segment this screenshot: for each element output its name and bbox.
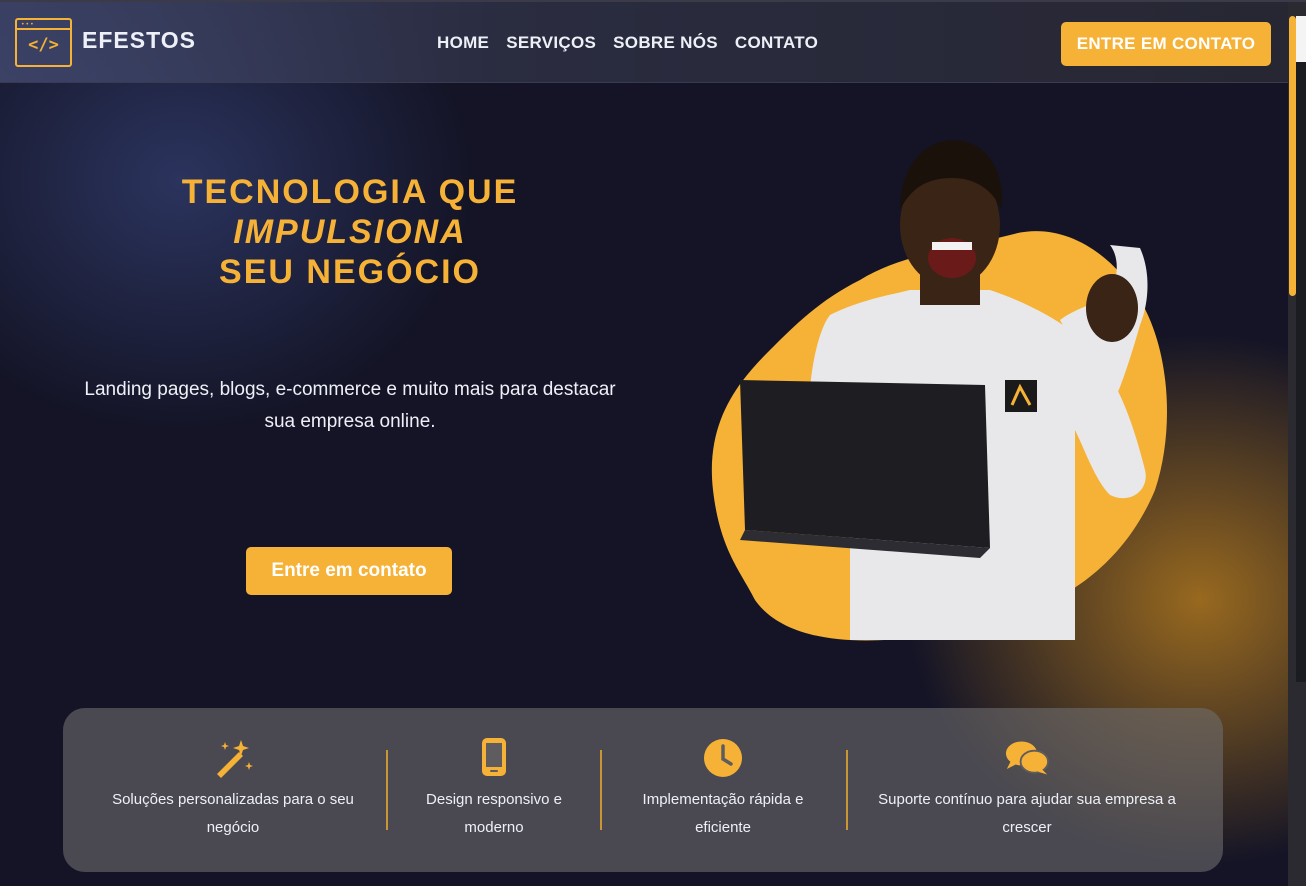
feature-divider xyxy=(846,750,848,830)
features-bar: Soluções personalizadas para o seu negóc… xyxy=(63,708,1223,872)
code-window-icon: ••• </> xyxy=(15,18,72,67)
teeth xyxy=(932,242,972,250)
header-contact-button[interactable]: ENTRE EM CONTATO xyxy=(1061,22,1271,66)
hero-title: TECNOLOGIA QUE IMPULSIONA SEU NEGÓCIO xyxy=(60,172,640,292)
window-edge-dark xyxy=(1296,62,1306,682)
feature-text: Soluções personalizadas para o seu negóc… xyxy=(112,791,354,836)
clock-icon xyxy=(704,739,742,777)
hero-person-illustration xyxy=(711,140,1167,641)
feature-item-continuous-support: Suporte contínuo para ajudar sua empresa… xyxy=(863,708,1191,872)
magic-wand-icon xyxy=(217,740,253,778)
shirt-logo-patch xyxy=(1005,380,1037,412)
brand-logo[interactable]: ••• </> EFESTOS xyxy=(15,18,196,67)
hero-contact-button[interactable]: Entre em contato xyxy=(246,547,452,595)
chat-bubbles-icon xyxy=(1005,741,1049,775)
nav-link-contato[interactable]: CONTATO xyxy=(735,33,818,53)
feature-divider xyxy=(600,750,602,830)
feature-text: Design responsivo e moderno xyxy=(426,791,562,836)
window-dots: ••• xyxy=(21,21,35,28)
feature-divider xyxy=(386,750,388,830)
scrollbar-thumb[interactable] xyxy=(1289,16,1296,296)
brand-name: EFESTOS xyxy=(82,27,196,53)
feature-item-custom-solutions: Soluções personalizadas para o seu negóc… xyxy=(98,708,368,872)
logo-symbol: </> xyxy=(28,35,59,55)
mobile-phone-icon xyxy=(482,738,506,776)
nav-link-home[interactable]: HOME xyxy=(437,33,489,53)
feature-item-responsive-design: Design responsivo e moderno xyxy=(404,708,584,872)
feature-text: Suporte contínuo para ajudar sua empresa… xyxy=(878,791,1176,836)
hero-title-highlight: IMPULSIONA xyxy=(233,213,467,251)
hero-title-part2: SEU NEGÓCIO xyxy=(219,253,481,291)
fist xyxy=(1086,274,1138,342)
hero-title-part1: TECNOLOGIA QUE xyxy=(181,173,519,211)
nav-link-sobre-nos[interactable]: SOBRE NÓS xyxy=(613,33,718,53)
hero-subtitle: Landing pages, blogs, e-commerce e muito… xyxy=(84,379,616,432)
main-nav: HOME SERVIÇOS SOBRE NÓS CONTATO xyxy=(437,33,818,53)
site-header: ••• </> EFESTOS HOME SERVIÇOS SOBRE NÓS … xyxy=(0,2,1288,83)
feature-item-fast-implementation: Implementação rápida e eficiente xyxy=(623,708,823,872)
feature-text: Implementação rápida e eficiente xyxy=(642,791,804,836)
nav-link-servicos[interactable]: SERVIÇOS xyxy=(506,33,596,53)
laptop-lid xyxy=(740,380,990,548)
window-edge xyxy=(1296,16,1306,62)
